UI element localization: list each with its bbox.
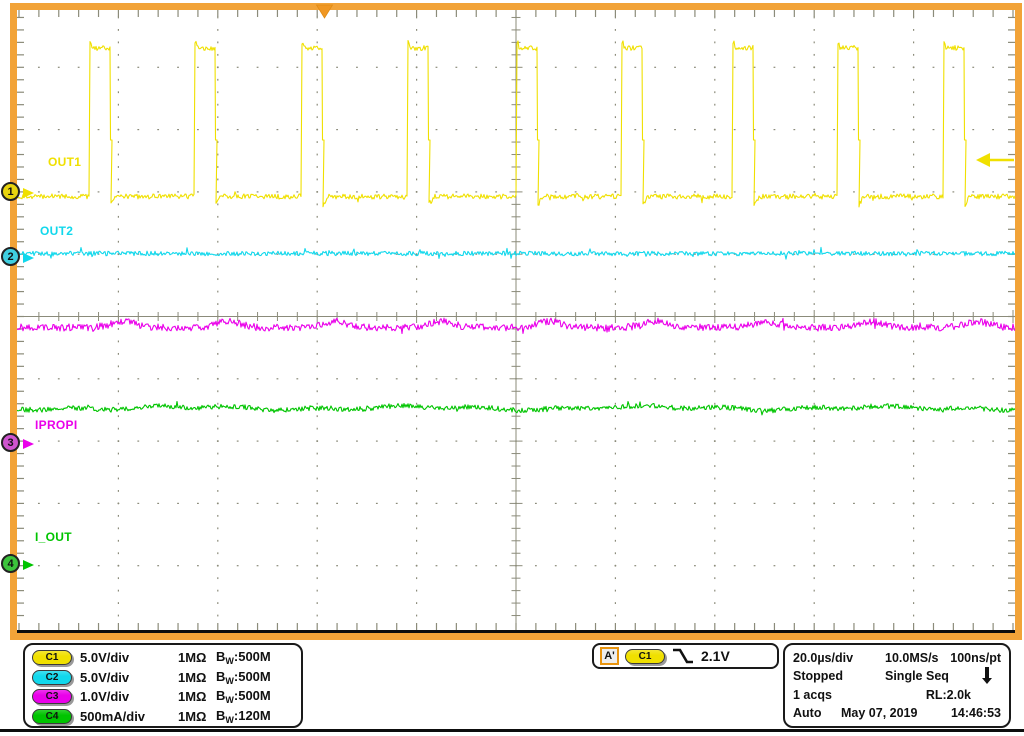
channel-4-settings-row: C4 500mA/div 1MΩ BW:120M [32, 707, 301, 727]
acq-row-datetime: Auto May 07, 2019 14:46:53 [793, 704, 1001, 722]
channel-2-badge[interactable]: C2 [32, 670, 72, 685]
channel-settings-panel: C1 5.0V/div 1MΩ BW:500M C2 5.0V/div 1MΩ … [23, 643, 303, 728]
channel-2-impedance: 1MΩ [178, 670, 216, 685]
acq-row-status: Stopped Single Seq [793, 667, 1001, 685]
channel-4-badge[interactable]: C4 [32, 709, 72, 724]
channel-1-marker[interactable]: 1 [1, 182, 20, 201]
channel-4-label: I_OUT [35, 530, 72, 544]
channel-3-settings-row: C3 1.0V/div 1MΩ BW:500M [32, 687, 301, 707]
channel-1-bandwidth: BW:500M [216, 649, 271, 666]
channel-2-scale: 5.0V/div [80, 670, 178, 685]
channel-3-arrow-icon [23, 439, 34, 449]
trigger-level-value: 2.1V [701, 648, 730, 664]
acq-mode: Single Seq [885, 669, 949, 683]
channel-3-number: 3 [7, 437, 13, 449]
channel-3-label: IPROPI [35, 418, 77, 432]
resolution-value: 100ns/pt [950, 651, 1001, 665]
acq-count: 1 acqs [793, 688, 832, 702]
channel-3-bandwidth: BW:500M [216, 688, 271, 705]
trigger-event-badge[interactable]: A' [600, 647, 619, 665]
record-length: RL:2.0k [926, 688, 971, 702]
trigger-readout: A' C1 2.1V [592, 643, 779, 669]
trigger-source-badge[interactable]: C1 [625, 649, 665, 664]
acq-date: May 07, 2019 [841, 706, 917, 720]
channel-2-settings-row: C2 5.0V/div 1MΩ BW:500M [32, 668, 301, 688]
channel-1-arrow-icon [23, 188, 34, 198]
trigger-mode: Auto [793, 706, 841, 720]
channel-2-arrow-icon [23, 253, 34, 263]
channel-4-scale: 500mA/div [80, 709, 178, 724]
channel-1-number: 1 [7, 186, 13, 198]
bottom-separator [0, 729, 1024, 732]
channel-2-label: OUT2 [40, 224, 73, 238]
channel-3-scale: 1.0V/div [80, 689, 178, 704]
waveform-display [10, 3, 1022, 640]
channel-4-arrow-icon [23, 560, 34, 570]
channel-1-label: OUT1 [48, 155, 81, 169]
channel-1-impedance: 1MΩ [178, 650, 216, 665]
acq-row-count: 1 acqs RL:2.0k [793, 686, 1001, 704]
timebase-value: 20.0µs/div [793, 651, 885, 665]
channel-2-number: 2 [7, 251, 13, 263]
channel-1-scale: 5.0V/div [80, 650, 178, 665]
falling-edge-icon [671, 647, 695, 665]
channel-3-badge[interactable]: C3 [32, 689, 72, 704]
acq-status: Stopped [793, 669, 885, 683]
channel-3-marker[interactable]: 3 [1, 433, 20, 452]
channel-4-number: 4 [7, 558, 13, 570]
acq-row-timebase: 20.0µs/div 10.0MS/s 100ns/pt [793, 649, 1001, 667]
channel-4-bandwidth: BW:120M [216, 708, 271, 725]
channel-2-bandwidth: BW:500M [216, 669, 271, 686]
channel-3-impedance: 1MΩ [178, 689, 216, 704]
sample-rate-value: 10.0MS/s [885, 651, 939, 665]
down-arrow-icon [981, 667, 993, 685]
acq-time: 14:46:53 [951, 706, 1001, 720]
channel-1-badge[interactable]: C1 [32, 650, 72, 665]
acquisition-readout: 20.0µs/div 10.0MS/s 100ns/pt Stopped Sin… [783, 643, 1011, 728]
channel-2-marker[interactable]: 2 [1, 247, 20, 266]
channel-4-marker[interactable]: 4 [1, 554, 20, 573]
channel-4-impedance: 1MΩ [178, 709, 216, 724]
oscilloscope-screen: 1 2 3 4 OUT1 OUT2 IPROPI I_OUT C1 5.0V/d… [0, 0, 1024, 736]
channel-1-settings-row: C1 5.0V/div 1MΩ BW:500M [32, 648, 301, 668]
